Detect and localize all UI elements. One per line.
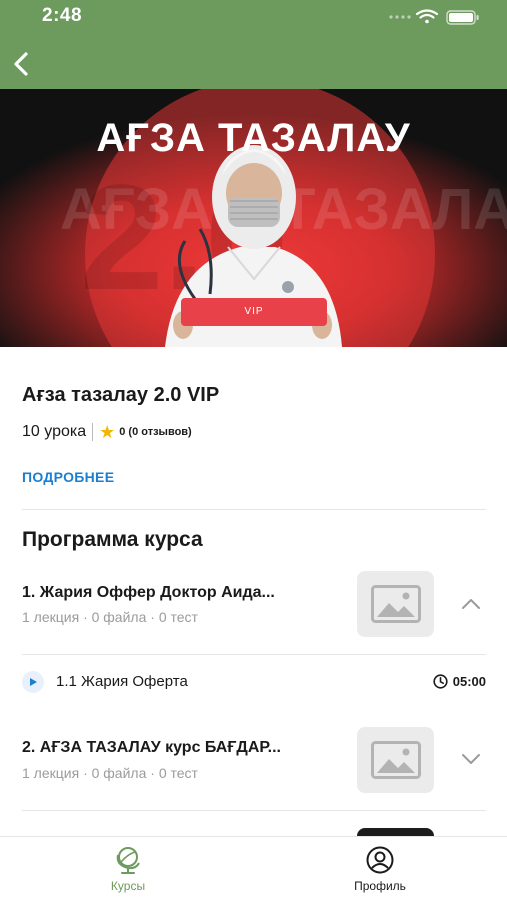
section-divider	[22, 509, 486, 510]
status-bar: 2:48	[0, 0, 507, 34]
module-thumbnail	[357, 727, 434, 793]
module-title: 1. Жария Оффер Доктор Аида...	[22, 584, 275, 601]
profile-icon	[366, 846, 394, 874]
chevron-up-icon[interactable]	[459, 596, 483, 612]
vip-plate: VIP	[181, 298, 327, 326]
module-divider	[22, 654, 486, 655]
lesson-duration: 05:00	[433, 674, 486, 689]
tab-profile-label: Профиль	[354, 879, 406, 893]
lesson-duration-text: 05:00	[452, 674, 486, 689]
status-time: 2:48	[42, 5, 83, 26]
status-icons	[389, 9, 479, 25]
image-placeholder-icon	[370, 741, 421, 779]
globe-icon	[116, 847, 140, 874]
image-placeholder-icon	[370, 585, 421, 623]
module-title: 2. АҒЗА ТАЗАЛАУ курс БАҒДАР...	[22, 739, 281, 756]
module-divider	[22, 810, 486, 811]
tab-courses[interactable]: Курсы	[58, 843, 198, 897]
back-button[interactable]	[6, 46, 36, 82]
play-icon	[30, 678, 37, 686]
meta-divider	[92, 423, 94, 441]
rating-text: 0 (0 отзывов)	[119, 426, 192, 438]
lessons-count: 10 урока	[22, 423, 87, 440]
play-button[interactable]	[22, 671, 44, 693]
tab-profile[interactable]: Профиль	[310, 843, 450, 897]
module-meta: 1 лекция · 0 файла · 0 тест	[22, 765, 198, 781]
battery-icon	[446, 10, 479, 25]
course-title: Ағза тазалау 2.0 VIP	[22, 384, 220, 406]
wifi-icon	[415, 9, 439, 24]
back-arrow-icon	[14, 52, 28, 76]
clock-icon	[433, 674, 448, 689]
module-meta: 1 лекция · 0 файла · 0 тест	[22, 609, 198, 625]
tab-courses-label: Курсы	[110, 879, 146, 893]
star-icon: ★	[99, 421, 116, 442]
app-header: 2:48	[0, 0, 507, 89]
banner-title: АҒЗА ТАЗАЛАУ	[96, 116, 411, 160]
lesson-row[interactable]: 1.1 Жария Оферта 05:00	[22, 668, 486, 696]
lesson-title: 1.1 Жария Оферта	[56, 673, 188, 690]
svg-text:ТАЗАЛАУ: ТАЗАЛАУ	[280, 177, 507, 242]
tab-bar: Курсы Профиль	[0, 836, 507, 901]
program-title: Программа курса	[22, 528, 203, 551]
chevron-down-icon[interactable]	[459, 751, 483, 767]
module-thumbnail	[357, 571, 434, 637]
more-details-link[interactable]: ПОДРОБНЕЕ	[22, 469, 114, 485]
signal-icon	[389, 15, 411, 19]
course-meta: 10 урока ★ 0 (0 отзывов)	[22, 421, 192, 443]
